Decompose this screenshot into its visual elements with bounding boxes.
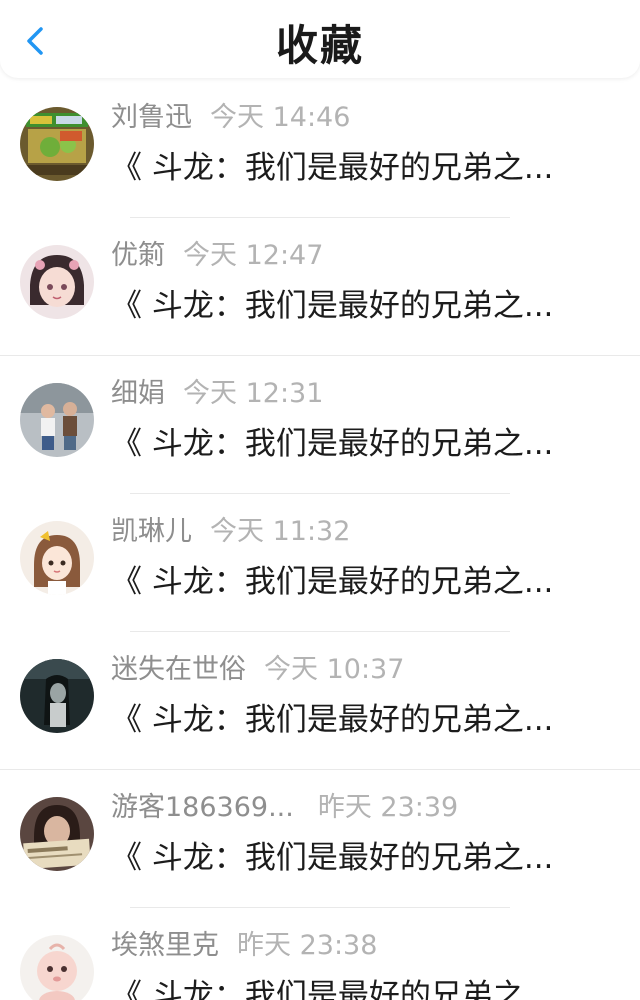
cartoon-girl-avatar xyxy=(20,521,94,595)
newspaper-portrait-avatar xyxy=(20,797,94,871)
toy-doll-avatar xyxy=(20,935,94,1000)
people-photo-avatar xyxy=(20,383,94,457)
list-item[interactable]: 游客186369... 昨天 23:39 《 斗龙：我们是最好的兄弟之... xyxy=(0,770,640,908)
list-item[interactable]: 迷失在世俗 今天 10:37 《 斗龙：我们是最好的兄弟之... xyxy=(0,632,640,770)
item-meta: 优箣 今天 12:47 xyxy=(111,236,323,276)
author-name[interactable]: 迷失在世俗 xyxy=(111,654,246,685)
timestamp: 今天 10:37 xyxy=(264,654,405,685)
author-name[interactable]: 刘鲁迅 xyxy=(111,102,192,133)
item-meta: 埃煞里克 昨天 23:38 xyxy=(111,926,377,966)
item-meta: 凯琳儿 今天 11:32 xyxy=(111,512,350,552)
favorites-list: 刘鲁迅 今天 14:46 《 斗龙：我们是最好的兄弟之... 优箣 今天 12:… xyxy=(0,80,640,1000)
favorites-screen: 收藏 刘鲁迅 今天 14:46 《 斗龙：我们是最好的兄弟之... 优箣 今天 … xyxy=(0,0,640,1000)
avatar[interactable] xyxy=(20,383,94,457)
item-title[interactable]: 《 斗龙：我们是最好的兄弟之... xyxy=(111,284,591,328)
item-title[interactable]: 《 斗龙：我们是最好的兄弟之... xyxy=(111,836,591,880)
item-meta: 刘鲁迅 今天 14:46 xyxy=(111,98,350,138)
timestamp: 今天 14:46 xyxy=(210,102,351,133)
item-title[interactable]: 《 斗龙：我们是最好的兄弟之... xyxy=(111,974,591,1000)
item-meta: 细娟 今天 12:31 xyxy=(111,374,323,414)
author-name[interactable]: 凯琳儿 xyxy=(111,516,192,547)
item-title[interactable]: 《 斗龙：我们是最好的兄弟之... xyxy=(111,698,591,742)
author-name[interactable]: 优箣 xyxy=(111,240,165,271)
avatar[interactable] xyxy=(20,107,94,181)
item-title[interactable]: 《 斗龙：我们是最好的兄弟之... xyxy=(111,560,591,604)
dark-portrait-avatar xyxy=(20,659,94,733)
timestamp: 今天 12:47 xyxy=(183,240,324,271)
timestamp: 昨天 23:39 xyxy=(317,792,459,823)
timestamp: 今天 12:31 xyxy=(183,378,324,409)
item-title[interactable]: 《 斗龙：我们是最好的兄弟之... xyxy=(111,422,591,466)
anime-girl-avatar xyxy=(20,245,94,319)
item-meta: 游客186369... 昨天 23:39 xyxy=(111,788,458,828)
timestamp: 今天 11:32 xyxy=(210,516,351,547)
list-item[interactable]: 凯琳儿 今天 11:32 《 斗龙：我们是最好的兄弟之... xyxy=(0,494,640,632)
avatar[interactable] xyxy=(20,935,94,1000)
avatar[interactable] xyxy=(20,521,94,595)
avatar[interactable] xyxy=(20,659,94,733)
author-name[interactable]: 游客186369... xyxy=(111,792,294,823)
list-item[interactable]: 埃煞里克 昨天 23:38 《 斗龙：我们是最好的兄弟之... xyxy=(0,908,640,1000)
game-poster-avatar xyxy=(20,107,94,181)
item-title[interactable]: 《 斗龙：我们是最好的兄弟之... xyxy=(111,146,591,190)
list-item[interactable]: 刘鲁迅 今天 14:46 《 斗龙：我们是最好的兄弟之... xyxy=(0,80,640,218)
page-title: 收藏 xyxy=(275,21,364,70)
timestamp: 昨天 23:38 xyxy=(237,930,378,961)
author-name[interactable]: 埃煞里克 xyxy=(111,930,219,961)
author-name[interactable]: 细娟 xyxy=(111,378,165,409)
top-bar: 收藏 xyxy=(0,0,640,78)
avatar[interactable] xyxy=(20,797,94,871)
list-item[interactable]: 优箣 今天 12:47 《 斗龙：我们是最好的兄弟之... xyxy=(0,218,640,356)
item-meta: 迷失在世俗 今天 10:37 xyxy=(111,650,404,690)
list-item[interactable]: 细娟 今天 12:31 《 斗龙：我们是最好的兄弟之... xyxy=(0,356,640,494)
avatar[interactable] xyxy=(20,245,94,319)
